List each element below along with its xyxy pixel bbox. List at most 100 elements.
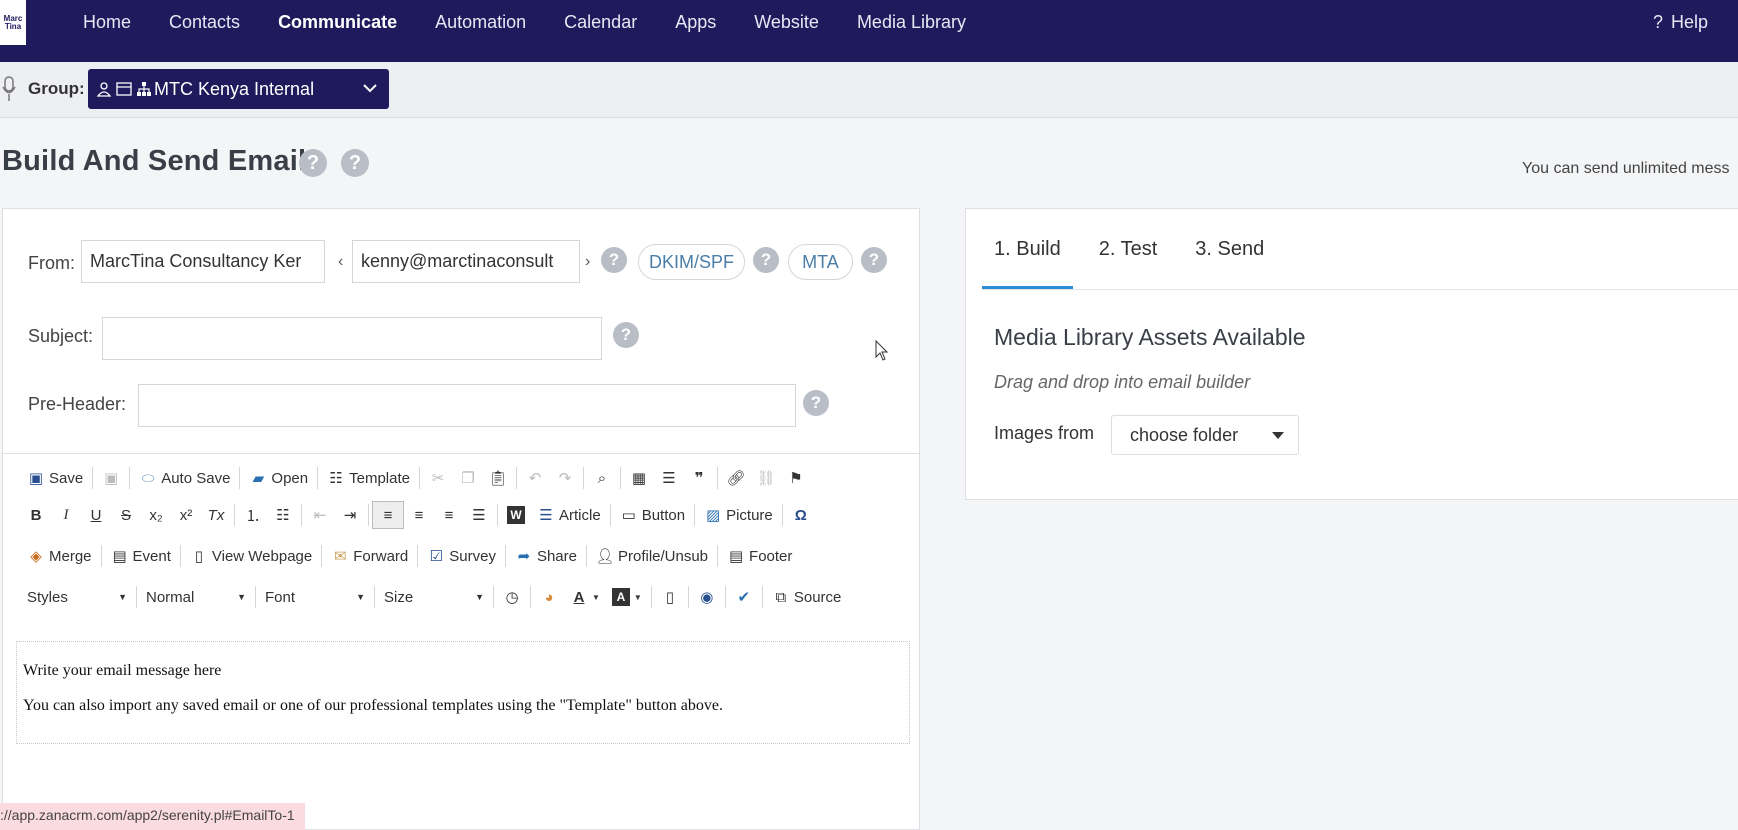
nav-item-automation[interactable]: Automation (416, 12, 545, 32)
background-color-button[interactable]: A ▼ (606, 583, 648, 611)
page-break-button[interactable]: ▯ (655, 583, 685, 611)
view-webpage-label: View Webpage (211, 547, 313, 565)
nav-item-apps[interactable]: Apps (656, 12, 735, 32)
microphone-icon[interactable] (2, 76, 16, 102)
from-email-field[interactable]: kenny@marctinaconsult (352, 240, 580, 283)
forward-button[interactable]: ✉ Forward (325, 542, 414, 570)
bold-button[interactable]: B (21, 501, 51, 529)
wikipedia-button[interactable]: W (501, 501, 531, 529)
tab-test[interactable]: 2. Test (1087, 209, 1170, 289)
help-link[interactable]: ? Help (1653, 12, 1708, 33)
remove-format-button[interactable]: Tx (201, 501, 231, 529)
email-body-editor[interactable]: Write your email message here You can al… (16, 641, 910, 744)
color-palette-button[interactable]: ◕ (534, 583, 564, 611)
blockquote-button[interactable]: ❞ (684, 464, 714, 492)
table-button[interactable]: ▦ (624, 464, 654, 492)
picture-button[interactable]: ▨ Picture (698, 501, 779, 529)
justify-button[interactable]: ☰ (464, 501, 494, 529)
magnifier-icon: ⌕ (597, 469, 607, 487)
nav-item-calendar[interactable]: Calendar (545, 12, 656, 32)
special-char-button[interactable]: Ω (786, 501, 816, 529)
strikethrough-button[interactable]: S (111, 501, 141, 529)
toolbar-divider (761, 586, 763, 608)
format-dropdown[interactable]: Normal ▼ (140, 583, 252, 611)
text-color-button[interactable]: A ▼ (564, 583, 606, 611)
indent-button[interactable]: ⇥ (335, 501, 365, 529)
help-question-icon[interactable]: ? (341, 149, 369, 177)
webpage-icon: ▯ (194, 548, 204, 565)
group-select[interactable]: MTC Kenya Internal (88, 69, 389, 109)
company-logo[interactable]: Marc Tina (0, 0, 26, 45)
styles-dropdown[interactable]: Styles ▼ (21, 583, 133, 611)
preview-button[interactable]: ◉ (692, 583, 722, 611)
toolbar-divider (419, 467, 420, 489)
article-button[interactable]: ☰ Article (531, 501, 607, 529)
tab-send[interactable]: 3. Send (1183, 209, 1276, 289)
merge-button[interactable]: ◈ Merge (21, 542, 98, 570)
subscript-button[interactable]: x₂ (141, 501, 171, 529)
media-library-title: Media Library Assets Available (994, 324, 1306, 350)
toolbar-divider (516, 467, 517, 489)
align-right-button[interactable]: ≡ (434, 501, 464, 529)
mta-help-question-icon[interactable]: ? (861, 247, 887, 273)
superscript-button[interactable]: x² (171, 501, 201, 529)
tab-build[interactable]: 1. Build (982, 209, 1073, 289)
folder-select-value: choose folder (1130, 424, 1239, 445)
size-dropdown[interactable]: Size ▼ (378, 583, 490, 611)
preheader-help-question-icon[interactable]: ? (803, 390, 829, 416)
source-button[interactable]: ⧉ Source (766, 583, 848, 611)
event-button[interactable]: ▤ Event (105, 542, 177, 570)
subject-input[interactable] (102, 317, 602, 360)
from-name-field[interactable]: MarcTina Consultancy Ker (81, 240, 325, 283)
mta-button[interactable]: MTA (788, 244, 853, 280)
toolbar-divider (301, 504, 302, 526)
profile-unsub-button[interactable]: 👤︎ Profile/Unsub (590, 542, 714, 570)
nav-item-home[interactable]: Home (64, 12, 150, 32)
nav-item-website[interactable]: Website (735, 12, 838, 32)
dkim-help-question-icon[interactable]: ? (753, 247, 779, 273)
underline-button[interactable]: U (81, 501, 111, 529)
align-center-button[interactable]: ≡ (404, 501, 434, 529)
nav-item-communicate[interactable]: Communicate (259, 12, 416, 32)
paste-button[interactable]: 📋︎ (483, 464, 513, 492)
preheader-input[interactable] (138, 384, 796, 427)
nav-item-contacts[interactable]: Contacts (150, 12, 259, 32)
save-as-button[interactable]: ▣ (96, 464, 126, 492)
open-button[interactable]: ▰ Open (243, 464, 314, 492)
dkim-spf-button[interactable]: DKIM/SPF (638, 244, 745, 280)
view-webpage-button[interactable]: ▯ View Webpage (184, 542, 318, 570)
copy-button[interactable]: ❐ (453, 464, 483, 492)
numbered-list-button[interactable]: ⒈ (238, 501, 268, 529)
italic-button[interactable]: I (51, 501, 81, 529)
link-button[interactable]: 🔗︎ (721, 464, 751, 492)
outdent-button[interactable]: ⇤ (305, 501, 335, 529)
find-button[interactable]: ⌕ (587, 464, 617, 492)
timer-button[interactable]: ◷ (497, 583, 527, 611)
unlink-button[interactable]: ⛓ (751, 464, 781, 492)
save-button[interactable]: ▣ Save (21, 464, 89, 492)
font-dropdown[interactable]: Font ▼ (259, 583, 371, 611)
survey-label: Survey (449, 547, 496, 565)
share-button[interactable]: ➦ Share (509, 542, 583, 570)
redo-button[interactable]: ↷ (550, 464, 580, 492)
from-help-question-icon[interactable]: ? (601, 247, 627, 273)
spam-check-button[interactable]: ✔ (729, 583, 759, 611)
button-insert-button[interactable]: ▭ Button (614, 501, 691, 529)
align-left-button[interactable]: ≡ (372, 501, 404, 529)
horizontal-line-button[interactable]: ☰ (654, 464, 684, 492)
folder-select[interactable]: choose folder (1111, 415, 1299, 455)
help-question-icon[interactable]: ? (299, 149, 327, 177)
bulleted-list-button[interactable]: ☷ (268, 501, 298, 529)
footer-button[interactable]: ▤ Footer (721, 542, 798, 570)
source-code-icon: ⧉ (775, 588, 787, 606)
subject-help-question-icon[interactable]: ? (613, 322, 639, 348)
survey-button[interactable]: ☑ Survey (421, 542, 502, 570)
template-button[interactable]: ☷ Template (321, 464, 416, 492)
cut-button[interactable]: ✂ (423, 464, 453, 492)
nav-item-media-library[interactable]: Media Library (838, 12, 985, 32)
anchor-button[interactable]: ⚑ (781, 464, 811, 492)
copy-icon: ❐ (461, 470, 475, 487)
auto-save-toggle[interactable]: ⬭ Auto Save (133, 464, 236, 492)
undo-button[interactable]: ↶ (520, 464, 550, 492)
wikipedia-icon: W (507, 506, 525, 524)
